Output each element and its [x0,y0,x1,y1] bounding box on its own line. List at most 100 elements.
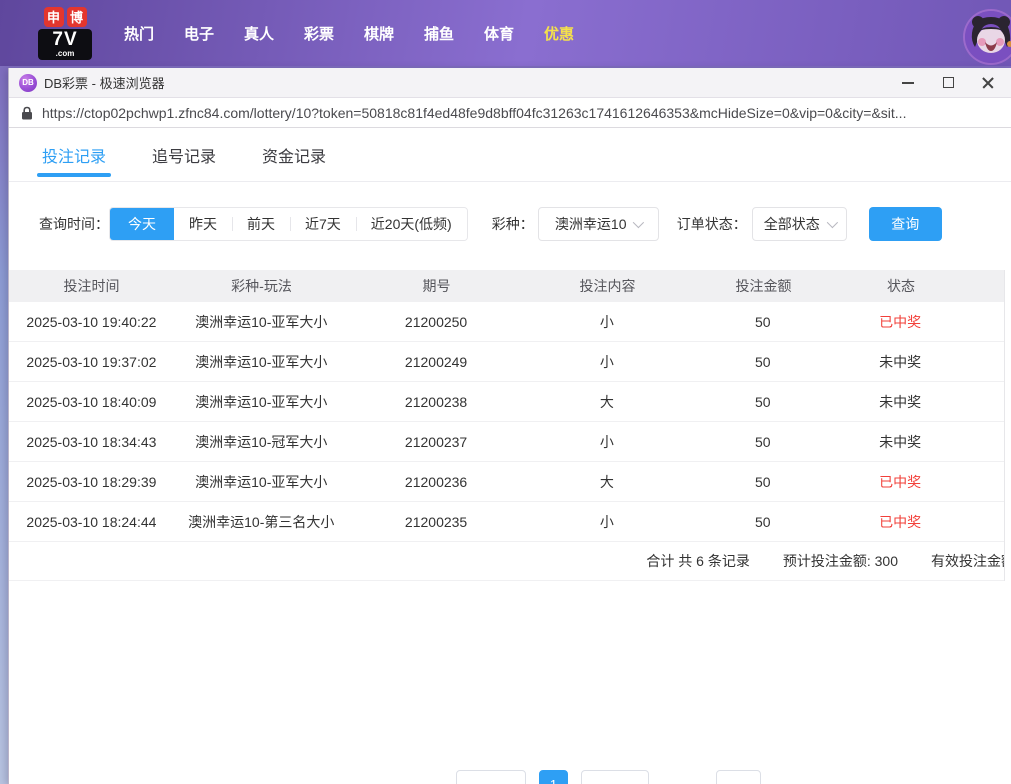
chevron-down-icon [826,217,837,228]
pagination-jump-box[interactable] [716,770,761,784]
window-controls [901,76,995,90]
maximize-icon [943,77,954,88]
table-row: 2025-03-10 18:29:39 澳洲幸运10-亚军大小 21200236… [9,462,1004,502]
chevron-down-icon [633,217,644,228]
table-header-cell: 彩种-玩法 [174,276,349,296]
url-bar[interactable]: https://ctop02pchwp1.zfnc84.com/lottery/… [9,98,1011,128]
tabs-row: 投注记录 追号记录 资金记录 [9,128,1011,182]
user-avatar[interactable] [965,11,1011,63]
time-range-button[interactable]: 昨天 [174,207,232,241]
nav-item[interactable]: 体育 [469,23,529,44]
logo-brand: 7V .com [38,29,92,60]
cell-bet-content: 大 [523,472,690,492]
cell-status: 未中奖 [835,352,965,372]
logo-badge-1: 申 [44,7,64,27]
lottery-select-value: 澳洲幸运10 [555,214,627,234]
lottery-select[interactable]: 澳洲幸运10 [538,207,659,241]
tab[interactable]: 资金记录 [262,128,326,182]
time-filter-label: 查询时间： [39,214,109,234]
browser-window: DB DB彩票 - 极速浏览器 https://ctop02pchwp1.zfn… [8,68,1011,784]
cell-status: 未中奖 [835,392,965,412]
nav-item[interactable]: 优惠 [529,23,589,44]
cell-status: 已中奖 [835,312,965,332]
main-nav: 热门 电子 真人 彩票 棋牌 捕鱼 体育 优惠 [109,23,589,44]
time-range-button[interactable]: 前天 [232,207,290,241]
minimize-button[interactable] [901,76,915,90]
table-header: 投注时间 彩种-玩法 期号 投注内容 投注金额 状态 [9,270,1004,302]
cell-status: 已中奖 [835,472,965,492]
cell-bet-amount: 50 [690,474,835,490]
cell-issue-number: 21200235 [349,514,524,530]
cell-lottery-play: 澳洲幸运10-冠军大小 [174,432,349,452]
cell-issue-number: 21200250 [349,314,524,330]
filters-row: 查询时间： 今天 昨天 前天 近7天 近20天(低频) 彩种： 澳洲幸运10 [39,207,1011,241]
url-text[interactable]: https://ctop02pchwp1.zfnc84.com/lottery/… [42,105,906,121]
close-button[interactable] [981,76,995,90]
order-status-select[interactable]: 全部状态 [752,207,847,241]
logo-badges: 申 博 [44,7,87,27]
pagination-prev-button[interactable] [456,770,526,784]
cell-issue-number: 21200249 [349,354,524,370]
status-filter-label: 订单状态： [677,214,747,234]
cell-issue-number: 21200238 [349,394,524,410]
cell-issue-number: 21200236 [349,474,524,490]
summary-valid-amount: 有效投注金额 [931,551,1004,571]
tab[interactable]: 追号记录 [152,128,216,182]
nav-item[interactable]: 彩票 [289,23,349,44]
table-header-cell: 投注内容 [524,276,691,296]
cell-bet-time: 2025-03-10 18:24:44 [9,514,174,530]
window-title-bar: DB DB彩票 - 极速浏览器 [9,68,1011,98]
logo-badge-2: 博 [67,7,87,27]
cell-bet-content: 小 [523,432,690,452]
nav-item[interactable]: 热门 [109,23,169,44]
search-button[interactable]: 查询 [869,207,942,241]
cell-issue-number: 21200237 [349,434,524,450]
time-range-group: 今天 昨天 前天 近7天 近20天(低频) [109,207,468,241]
cell-bet-time: 2025-03-10 19:37:02 [9,354,174,370]
site-header: 申 博 7V .com 热门 电子 真人 彩票 棋牌 捕鱼 体育 优惠 [0,0,1011,66]
time-range-button[interactable]: 近7天 [290,207,356,241]
table-header-cell: 状态 [836,276,966,296]
table-body: 2025-03-10 19:40:22 澳洲幸运10-亚军大小 21200250… [9,302,1004,542]
nav-item[interactable]: 电子 [169,23,229,44]
window-title: DB彩票 - 极速浏览器 [44,73,901,92]
cell-bet-content: 小 [523,352,690,372]
summary-total: 合计 共 6 条记录 [646,551,749,571]
site-logo[interactable]: 申 博 7V .com [38,7,92,60]
cell-bet-amount: 50 [690,514,835,530]
cell-bet-time: 2025-03-10 18:40:09 [9,394,174,410]
time-range-button[interactable]: 近20天(低频) [356,207,467,241]
bet-records-table: 投注时间 彩种-玩法 期号 投注内容 投注金额 状态 2025-03-10 19… [9,270,1005,581]
maximize-button[interactable] [941,76,955,90]
cell-lottery-play: 澳洲幸运10-亚军大小 [174,352,349,372]
table-header-cell: 期号 [349,276,524,296]
table-row: 2025-03-10 19:40:22 澳洲幸运10-亚军大小 21200250… [9,302,1004,342]
page-content: 投注记录 追号记录 资金记录 查询时间： 今天 昨天 前天 近7天 近20天(低… [9,128,1011,784]
cell-bet-time: 2025-03-10 18:29:39 [9,474,174,490]
cell-status: 未中奖 [835,432,965,452]
cell-bet-amount: 50 [690,354,835,370]
cell-bet-content: 大 [523,392,690,412]
cell-lottery-play: 澳洲幸运10-第三名大小 [174,512,349,532]
pagination-page-1[interactable]: 1 [539,770,568,784]
nav-item[interactable]: 真人 [229,23,289,44]
table-header-cell: 投注时间 [9,276,174,296]
cell-bet-amount: 50 [690,314,835,330]
cell-bet-content: 小 [523,512,690,532]
nav-item[interactable]: 棋牌 [349,23,409,44]
cell-lottery-play: 澳洲幸运10-亚军大小 [174,312,349,332]
cell-bet-content: 小 [523,312,690,332]
summary-row: 合计 共 6 条记录 预计投注金额: 300 有效投注金额 [9,542,1004,581]
nav-item[interactable]: 捕鱼 [409,23,469,44]
pagination-next-button[interactable] [581,770,649,784]
tab[interactable]: 投注记录 [42,128,106,182]
table-row: 2025-03-10 18:40:09 澳洲幸运10-亚军大小 21200238… [9,382,1004,422]
cell-bet-amount: 50 [690,434,835,450]
table-header-cell: 投注金额 [691,276,836,296]
time-range-button[interactable]: 今天 [110,207,174,241]
cell-lottery-play: 澳洲幸运10-亚军大小 [174,472,349,492]
cell-status: 已中奖 [835,512,965,532]
avatar-illustration [965,11,1011,63]
summary-expected-amount: 预计投注金额: 300 [783,551,898,571]
logo-brand-suffix: .com [56,50,75,58]
